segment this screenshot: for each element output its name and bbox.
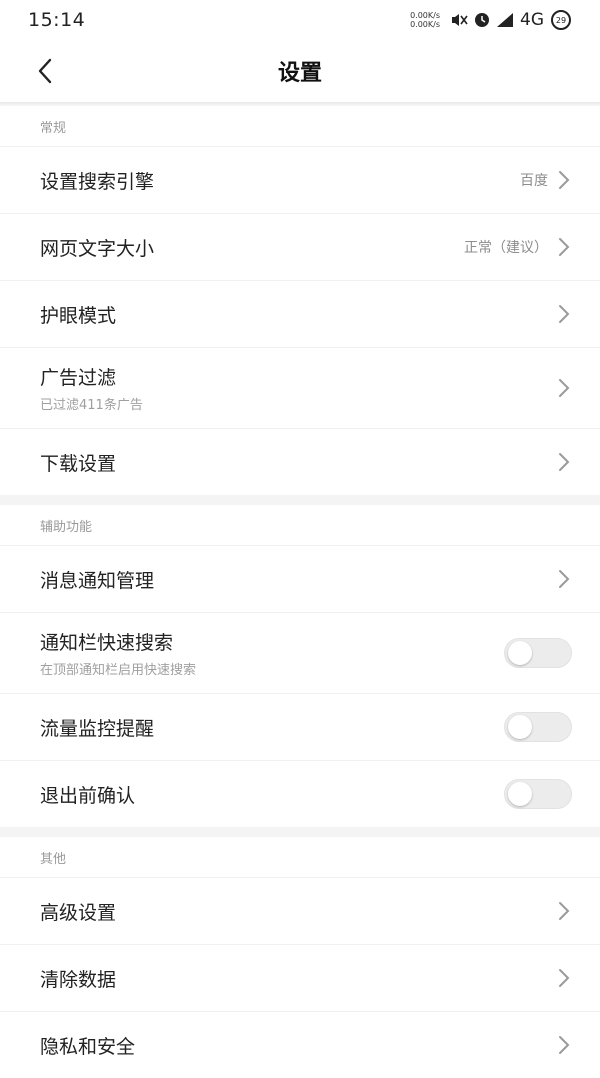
- setting-exit-confirm: 退出前确认: [0, 760, 600, 827]
- page-title: 设置: [277, 61, 322, 86]
- setting-title: 隐私和安全: [40, 1035, 136, 1058]
- setting-quick-search: 通知栏快速搜索 在顶部通知栏启用快速搜索: [0, 612, 600, 693]
- network-speed-down: 0.00K/s: [410, 20, 440, 29]
- chevron-right-icon: [556, 452, 572, 472]
- battery-level: 29: [555, 15, 567, 25]
- setting-value: 百度: [520, 173, 548, 189]
- setting-clear-data[interactable]: 清除数据: [0, 944, 600, 1011]
- quick-search-toggle[interactable]: [504, 638, 572, 668]
- setting-title: 护眼模式: [40, 304, 117, 327]
- setting-title: 退出前确认: [40, 784, 136, 807]
- settings-list: 常规 设置搜索引擎 百度 网页文字大小 正常（建议） 护眼模式 广告过滤 已过滤…: [0, 106, 600, 1078]
- section-header-general: 常规: [40, 120, 67, 136]
- chevron-left-icon: [38, 58, 52, 84]
- toggle-knob: [508, 782, 532, 806]
- setting-title: 清除数据: [40, 968, 117, 991]
- setting-download[interactable]: 下载设置: [0, 428, 600, 495]
- setting-title: 通知栏快速搜索: [40, 632, 174, 654]
- status-icons: 0.00K/s 0.00K/s 4G 29: [410, 9, 572, 31]
- exit-confirm-toggle[interactable]: [504, 779, 572, 809]
- traffic-monitor-toggle[interactable]: [504, 712, 572, 742]
- section-divider: [0, 827, 600, 837]
- status-bar: 15:14 0.00K/s 0.00K/s 4G 29: [0, 0, 600, 40]
- toggle-knob: [508, 641, 532, 665]
- setting-title: 高级设置: [40, 901, 117, 924]
- setting-search-engine[interactable]: 设置搜索引擎 百度: [0, 146, 600, 213]
- mute-icon: [450, 12, 468, 28]
- network-speed: 0.00K/s 0.00K/s: [410, 11, 440, 29]
- setting-title: 下载设置: [40, 452, 117, 475]
- setting-value: 正常（建议）: [464, 240, 548, 256]
- app-bar: 设置: [0, 40, 600, 102]
- setting-traffic-monitor: 流量监控提醒: [0, 693, 600, 760]
- setting-advanced[interactable]: 高级设置: [0, 877, 600, 944]
- section-header-other: 其他: [40, 851, 67, 867]
- signal-icon: [496, 12, 514, 28]
- setting-font-size[interactable]: 网页文字大小 正常（建议）: [0, 213, 600, 280]
- setting-notification-manage[interactable]: 消息通知管理: [0, 545, 600, 612]
- setting-subtitle: 已过滤411条广告: [40, 398, 143, 413]
- toggle-knob: [508, 715, 532, 739]
- chevron-right-icon: [556, 1035, 572, 1055]
- setting-privacy[interactable]: 隐私和安全: [0, 1011, 600, 1078]
- setting-title: 网页文字大小: [40, 237, 155, 260]
- back-button[interactable]: [30, 56, 60, 86]
- setting-title: 广告过滤: [40, 367, 117, 389]
- setting-eye-care[interactable]: 护眼模式: [0, 280, 600, 347]
- setting-title: 流量监控提醒: [40, 717, 155, 740]
- setting-ad-filter[interactable]: 广告过滤 已过滤411条广告: [0, 347, 600, 428]
- chevron-right-icon: [556, 170, 572, 190]
- setting-title: 消息通知管理: [40, 569, 155, 592]
- network-type: 4G: [520, 10, 544, 30]
- setting-subtitle: 在顶部通知栏启用快速搜索: [40, 663, 197, 678]
- section-divider: [0, 495, 600, 505]
- setting-title: 设置搜索引擎: [40, 170, 155, 193]
- status-time: 15:14: [28, 9, 86, 31]
- alarm-icon: [474, 12, 490, 28]
- chevron-right-icon: [556, 304, 572, 324]
- chevron-right-icon: [556, 237, 572, 257]
- battery-icon: 29: [550, 9, 572, 31]
- chevron-right-icon: [556, 378, 572, 398]
- section-header-assist: 辅助功能: [40, 519, 93, 535]
- chevron-right-icon: [556, 569, 572, 589]
- chevron-right-icon: [556, 901, 572, 921]
- network-speed-up: 0.00K/s: [410, 11, 440, 20]
- chevron-right-icon: [556, 968, 572, 988]
